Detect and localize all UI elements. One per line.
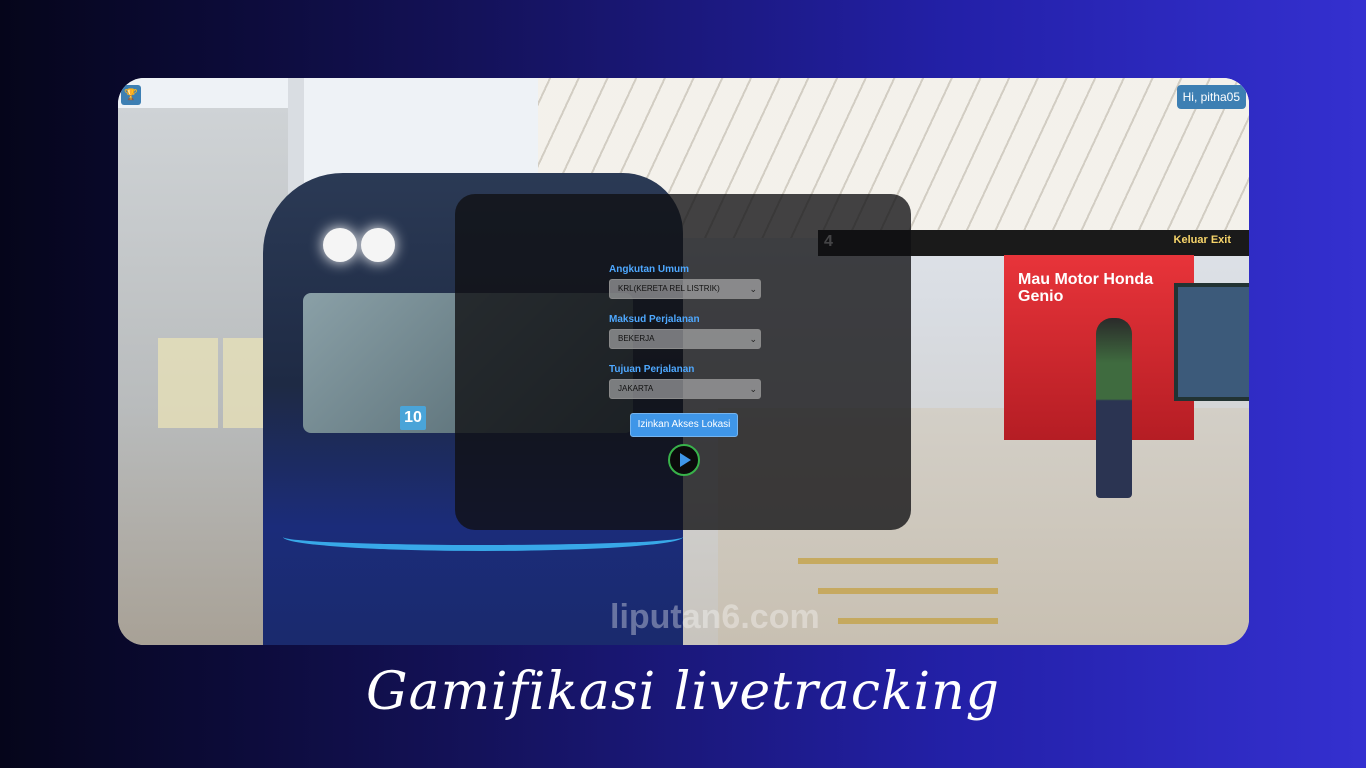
exit-sign: Keluar Exit [1173,234,1231,246]
app-screen: 4 Keluar Exit Mau Motor Honda Genio 10 l… [118,78,1249,645]
play-button[interactable] [668,444,700,476]
chevron-down-icon: ⌄ [749,334,757,344]
slide-caption: Gamifikasi livetracking [366,662,1000,722]
trip-form-panel: Angkutan Umum KRL(KERETA REL LISTRIK) ⌄ … [455,194,911,530]
trip-form: Angkutan Umum KRL(KERETA REL LISTRIK) ⌄ … [609,264,761,414]
destination-select[interactable]: JAKARTA ⌄ [609,379,761,399]
chevron-down-icon: ⌄ [749,284,757,294]
photo-person [1096,318,1132,498]
play-icon [680,453,691,467]
purpose-selected: BEKERJA [618,334,655,343]
destination-label: Tujuan Perjalanan [609,364,695,375]
purpose-select[interactable]: BEKERJA ⌄ [609,329,761,349]
destination-selected: JAKARTA [618,384,654,393]
train-number: 10 [400,406,426,430]
transport-label: Angkutan Umum [609,264,689,275]
ad-title: Mau Motor Honda Genio [1018,271,1154,305]
allow-location-button[interactable]: Izinkan Akses Lokasi [630,413,738,437]
purpose-label: Maksud Perjalanan [609,314,700,325]
transport-selected: KRL(KERETA REL LISTRIK) [618,284,720,293]
photo-map-panel [1174,283,1249,401]
transport-select[interactable]: KRL(KERETA REL LISTRIK) ⌄ [609,279,761,299]
trophy-icon[interactable]: 🏆 [121,85,141,105]
chevron-down-icon: ⌄ [749,384,757,394]
user-greeting[interactable]: Hi, pitha05 [1176,85,1246,109]
photo-watermark: liputan6.com [610,598,820,636]
